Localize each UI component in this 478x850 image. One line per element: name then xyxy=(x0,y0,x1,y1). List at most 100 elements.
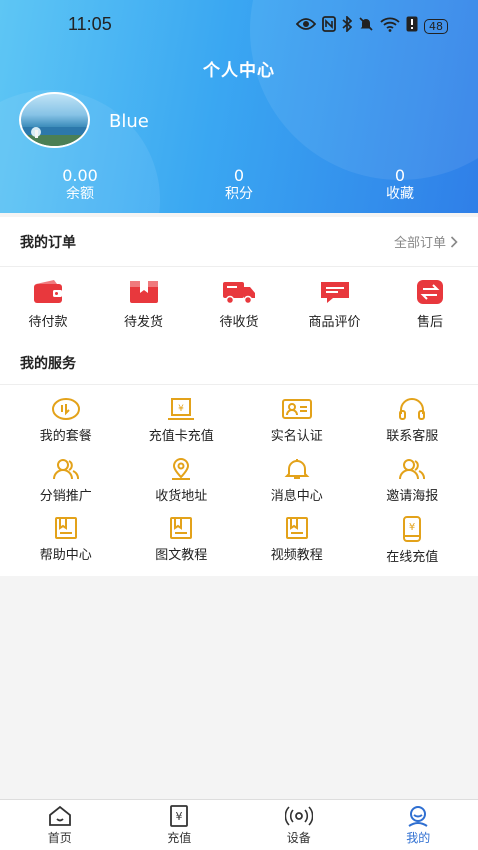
bottom-tab-bar: 首页 ¥ 充值 设备 我的 xyxy=(0,799,478,850)
all-orders-link[interactable]: 全部订单 xyxy=(394,232,458,251)
services-heading: 我的服务 xyxy=(20,355,76,372)
service-video-tutorial[interactable]: 视频教程 xyxy=(239,516,355,576)
service-recharge-card[interactable]: ¥ 充值卡充值 xyxy=(124,397,240,457)
service-online-recharge[interactable]: ¥ 在线充值 xyxy=(355,516,471,576)
all-orders-label: 全部订单 xyxy=(393,236,446,251)
stat-points[interactable]: 0 积分 xyxy=(199,167,279,203)
package-plan-icon xyxy=(51,398,80,420)
service-label: 实名认证 xyxy=(270,429,323,444)
svg-text:¥: ¥ xyxy=(409,522,415,533)
services-header: 我的服务 xyxy=(0,341,478,385)
service-label: 帮助中心 xyxy=(39,548,92,563)
stat-label: 余额 xyxy=(66,186,94,202)
phone-recharge-icon: ¥ xyxy=(403,516,422,542)
service-invite-poster[interactable]: 邀请海报 xyxy=(355,457,471,517)
status-bar: 11:05 48 xyxy=(0,12,478,40)
service-label: 图文教程 xyxy=(155,548,208,563)
avatar[interactable] xyxy=(19,92,90,148)
order-item-label: 售后 xyxy=(416,315,443,330)
service-distribution[interactable]: 分销推广 xyxy=(8,457,124,517)
status-icons: 48 xyxy=(295,14,448,36)
profile-icon xyxy=(408,805,428,827)
service-label: 联系客服 xyxy=(386,429,439,444)
stat-label: 收藏 xyxy=(386,186,414,202)
help-book-icon xyxy=(54,517,77,539)
svg-text:¥: ¥ xyxy=(178,404,184,414)
stat-balance[interactable]: 0.00 余额 xyxy=(40,167,120,203)
chevron-right-icon xyxy=(450,235,458,248)
order-review[interactable]: 商品评价 xyxy=(293,279,377,343)
exchange-icon xyxy=(417,280,443,304)
service-label: 充值卡充值 xyxy=(148,429,214,444)
battery-indicator: 48 xyxy=(424,18,448,34)
tab-home[interactable]: 首页 xyxy=(0,800,120,850)
home-icon xyxy=(48,805,71,826)
image-tutorial-icon xyxy=(170,517,193,539)
stat-value: 0.00 xyxy=(62,166,98,185)
services-grid: 我的套餐 ¥ 充值卡充值 实名认证 联系客服 分销推广 收货地址 消息中心 邀请… xyxy=(0,385,478,576)
tab-label: 首页 xyxy=(47,830,72,845)
order-item-label: 待发货 xyxy=(123,315,163,330)
truck-icon xyxy=(223,282,255,305)
sim-alert-icon xyxy=(406,16,418,36)
id-card-icon xyxy=(281,399,312,419)
status-time: 11:05 xyxy=(68,14,112,34)
service-messages[interactable]: 消息中心 xyxy=(239,457,355,517)
stat-label: 积分 xyxy=(225,186,253,202)
tab-label: 我的 xyxy=(406,830,431,845)
service-my-plan[interactable]: 我的套餐 xyxy=(8,397,124,457)
package-icon xyxy=(129,281,158,303)
headset-icon xyxy=(399,398,426,420)
order-pending-receipt[interactable]: 待收货 xyxy=(197,279,281,343)
orders-header: 我的订单 全部订单 xyxy=(0,217,478,267)
service-label: 消息中心 xyxy=(270,488,323,504)
stat-favorites[interactable]: 0 收藏 xyxy=(360,167,440,203)
video-tutorial-icon xyxy=(285,517,308,539)
orders-card: 我的订单 全部订单 待付款 待发货 待收货 商品评价 售后 xyxy=(0,217,478,343)
stat-value: 0 xyxy=(233,166,245,185)
service-label: 收货地址 xyxy=(155,488,208,504)
order-pending-shipment[interactable]: 待发货 xyxy=(102,279,186,343)
recharge-icon: ¥ xyxy=(170,804,189,827)
tab-device[interactable]: 设备 xyxy=(239,800,359,850)
invite-users-icon xyxy=(399,458,426,479)
order-item-label: 商品评价 xyxy=(308,315,361,330)
svg-text:¥: ¥ xyxy=(176,810,183,823)
wifi-icon xyxy=(380,16,400,36)
service-help-center[interactable]: 帮助中心 xyxy=(8,516,124,576)
tab-label: 充值 xyxy=(167,830,192,845)
service-label: 我的套餐 xyxy=(39,429,92,444)
service-label: 在线充值 xyxy=(386,550,439,565)
eye-icon xyxy=(295,17,317,35)
order-item-label: 待付款 xyxy=(28,315,68,330)
tab-recharge[interactable]: ¥ 充值 xyxy=(120,800,240,850)
order-after-sales[interactable]: 售后 xyxy=(388,279,472,343)
username: Blue xyxy=(109,111,149,132)
location-icon xyxy=(172,457,191,480)
orders-heading: 我的订单 xyxy=(20,234,76,251)
comment-icon xyxy=(320,282,349,303)
service-contact[interactable]: 联系客服 xyxy=(355,397,471,457)
profile-header: 11:05 48 个人中心 Blue 0.00 余额 0 积分 0 收藏 xyxy=(0,0,478,213)
order-item-label: 待收货 xyxy=(219,315,259,330)
stat-value: 0 xyxy=(394,166,406,185)
page-title: 个人中心 xyxy=(203,61,275,81)
device-icon xyxy=(284,805,313,826)
bluetooth-icon xyxy=(342,14,353,36)
tab-mine[interactable]: 我的 xyxy=(359,800,478,850)
bell-icon xyxy=(284,458,310,479)
service-label: 视频教程 xyxy=(270,548,323,563)
nfc-icon xyxy=(322,16,336,36)
service-image-tutorial[interactable]: 图文教程 xyxy=(124,516,240,576)
service-label: 邀请海报 xyxy=(386,488,439,504)
orders-row: 待付款 待发货 待收货 商品评价 售后 xyxy=(0,267,478,343)
wallet-icon xyxy=(34,280,62,303)
order-pending-payment[interactable]: 待付款 xyxy=(6,279,90,343)
mute-icon xyxy=(358,16,374,36)
service-label: 分销推广 xyxy=(39,488,92,504)
service-real-name[interactable]: 实名认证 xyxy=(239,397,355,457)
tab-label: 设备 xyxy=(286,830,311,845)
recharge-card-icon: ¥ xyxy=(168,398,195,420)
users-icon xyxy=(52,458,79,479)
service-address[interactable]: 收货地址 xyxy=(124,457,240,517)
